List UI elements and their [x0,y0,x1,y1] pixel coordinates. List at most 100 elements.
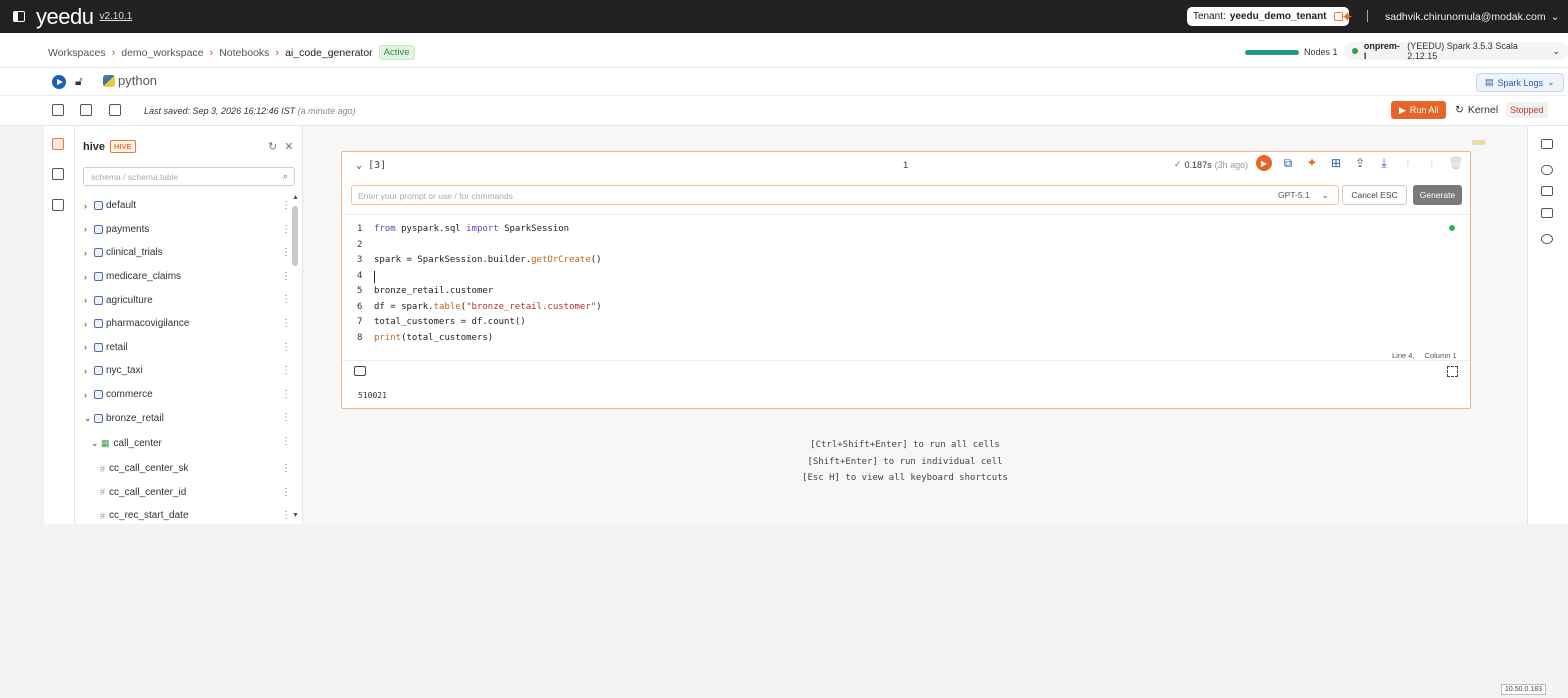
breadcrumb-workspaces[interactable]: Workspaces [48,47,106,59]
kebab-menu-icon[interactable]: ⋮ [281,436,291,447]
database-icon [94,342,103,352]
kebab-menu-icon[interactable]: ⋮ [281,342,291,353]
output-icon[interactable] [354,366,366,376]
chevron-down-icon: ⌄ [1552,45,1560,56]
tree-item-database[interactable]: › pharmacovigilance ⋮ [75,312,293,336]
kebab-menu-icon[interactable]: ⋮ [281,271,291,282]
kebab-menu-icon[interactable]: ⋮ [281,247,291,258]
ip-address: 10.50.0.183 [1501,684,1546,695]
code-cell[interactable]: ⌄ [3] 1 ✓ 0.187s (3h ago) ▶ ⧉ ✦ ⊞ ⇪ ⤓ ↑ … [341,151,1471,409]
tree-item-database[interactable]: › commerce ⋮ [75,383,293,407]
line-number: 1 [357,224,363,234]
tree-item-database[interactable]: › clinical_trials ⋮ [75,241,293,265]
tree-item-table[interactable]: ⌄ ▦ call_center ⋮ [75,430,293,457]
explorer-actions: ↻ ✕ [268,140,293,153]
grid-icon[interactable] [1541,139,1553,149]
folder-icon[interactable] [52,199,64,211]
tree-item-database[interactable]: › default ⋮ [75,194,293,218]
ai-prompt-input[interactable]: Enter your prompt or use / for commands [351,185,1339,205]
download-icon[interactable]: ⤓ [1376,155,1392,171]
tree-item-column[interactable]: # cc_call_center_sk ⋮ [75,457,293,481]
move-up-icon[interactable]: ↑ [1400,155,1416,171]
kebab-menu-icon[interactable]: ⋮ [281,412,291,423]
database-name: bronze_retail [106,412,164,424]
tree-item-database[interactable]: › medicare_claims ⋮ [75,265,293,289]
nodes-bar [1245,49,1299,55]
breadcrumb-notebooks[interactable]: Notebooks [219,47,269,59]
language-indicator: python [103,73,157,88]
tree-item-database[interactable]: › payments ⋮ [75,218,293,242]
database-name: commerce [106,389,153,401]
tree-item-database[interactable]: › agriculture ⋮ [75,288,293,312]
list-icon[interactable] [52,168,64,180]
database-icon[interactable] [52,138,64,150]
kebab-menu-icon[interactable]: ⋮ [281,294,291,305]
last-saved-ago: (a minute ago) [297,106,356,116]
database-icon [94,319,103,329]
delete-icon[interactable]: 🗑︎ [1448,155,1464,171]
clear-outputs-icon[interactable] [80,104,92,116]
kebab-menu-icon[interactable]: ⋮ [281,224,291,235]
scroll-down-icon[interactable]: ▼ [292,512,299,519]
schema-search-input[interactable]: schema / schema.table ⌕ [83,167,295,186]
play-circle-icon[interactable] [52,75,66,89]
tree-item-column[interactable]: # cc_rec_start_date ⋮ [75,504,293,524]
tenant-label: Tenant: [1193,11,1226,22]
kebab-menu-icon[interactable]: ⋮ [281,389,291,400]
chevron-down-icon[interactable]: ⌄ [356,160,362,171]
ai-sparkle-icon[interactable]: ✦ [1304,155,1320,171]
tree-item-database[interactable]: › nyc_taxi ⋮ [75,359,293,383]
close-icon[interactable]: ✕ [284,140,293,153]
tenant-selector[interactable]: Tenant: yeedu_demo_tenant [1187,7,1349,26]
sidebar-toggle-icon[interactable] [13,11,25,22]
document-icon: ▤ [1485,77,1494,87]
tree-item-database[interactable]: › retail ⋮ [75,336,293,360]
explorer-scrollbar[interactable]: ▲ ▼ [291,194,299,522]
refresh-icon[interactable]: ↻ [268,140,277,153]
model-select[interactable]: GPT-5.1 ⌄ [1270,185,1336,205]
upload-icon[interactable]: ⇪ [1352,155,1368,171]
generate-button[interactable]: Generate [1413,185,1462,205]
explorer-title: hive [83,140,106,153]
cluster-selector[interactable]: onprem-l (YEEDU) Spark 3.5.3 Scala 2.12.… [1344,41,1568,61]
run-all-button[interactable]: ▶ Run All [1391,101,1447,119]
add-cell-icon[interactable]: ⊞ [1328,155,1344,171]
save-icon[interactable] [109,104,121,116]
kebab-menu-icon[interactable]: ⋮ [281,487,291,498]
cluster-version: (YEEDU) Spark 3.5.3 Scala 2.12.15 [1407,41,1518,61]
empty-area [0,524,1568,698]
ai-sparkle-icon[interactable]: ✦ [1341,8,1354,26]
minimap-handle[interactable] [1472,140,1486,145]
kebab-menu-icon[interactable]: ⋮ [281,510,291,521]
code-editor[interactable]: 1 from pyspark.sql import SparkSession 2 … [342,214,1470,364]
run-cell-icon[interactable]: ▶ [1256,155,1272,171]
cancel-button[interactable]: Cancel ESC [1342,185,1407,205]
app-version-link[interactable]: v2.10.1 [99,11,132,22]
copy-icon[interactable]: ⧉ [1280,155,1296,171]
chevron-right-icon: › [84,295,87,306]
key-icon[interactable] [1541,165,1553,175]
kebab-menu-icon[interactable]: ⋮ [281,200,291,211]
kernel-restart[interactable]: ↻ Kernel [1455,104,1498,116]
tree-item-database[interactable]: ⌄ bronze_retail ⋮ [75,406,293,430]
app-logo[interactable]: yeedu [36,4,94,30]
camera-icon[interactable] [1541,186,1553,196]
move-down-icon[interactable]: ↓ [1424,155,1440,171]
kebab-menu-icon[interactable]: ⋮ [281,318,291,329]
kebab-menu-icon[interactable]: ⋮ [281,463,291,474]
scroll-up-icon[interactable]: ▲ [292,194,299,201]
expand-icon[interactable] [1447,366,1458,377]
user-menu[interactable]: sadhvik.chirunomula@modak.com ⌄ [1385,11,1559,23]
code-line: 2 [342,240,1470,256]
download-icon[interactable] [52,104,64,116]
unlock-icon[interactable]: 🔓︎ [75,74,83,89]
kebab-menu-icon[interactable]: ⋮ [281,365,291,376]
breadcrumb-workspace[interactable]: demo_workspace [121,47,203,59]
tree-item-column[interactable]: # cc_call_center_id ⋮ [75,481,293,505]
keyboard-icon[interactable] [1541,208,1553,218]
breadcrumb-current: ai_code_generator [285,46,373,59]
spark-logs-button[interactable]: ▤ Spark Logs ⌄ [1476,73,1564,92]
scrollbar-thumb[interactable] [292,206,298,266]
column-name: cc_rec_start_date [109,510,189,522]
history-icon[interactable] [1541,234,1553,244]
